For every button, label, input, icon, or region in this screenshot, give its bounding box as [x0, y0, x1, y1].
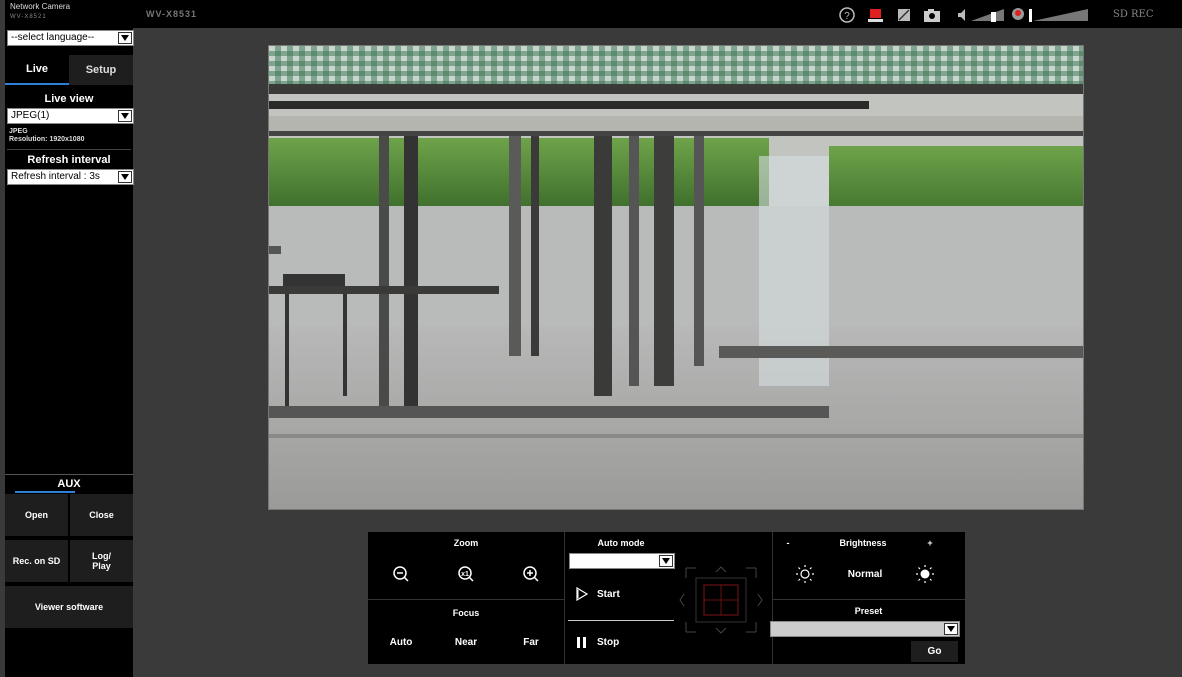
sidebar: Network Camera WV-X8521 --select languag…: [5, 0, 134, 677]
divider: [5, 474, 133, 475]
ptz-control-panel: Zoom x1 Focus Auto Near Far Auto mode St…: [368, 532, 965, 664]
chevron-down-icon: [118, 171, 132, 183]
live-view-title: Live view: [44, 93, 94, 105]
preset-title: Preset: [854, 606, 883, 616]
brightness-normal-button[interactable]: Normal: [835, 552, 895, 596]
status-icons: ?: [838, 6, 1098, 24]
refresh-interval-select[interactable]: Refresh interval : 3s: [7, 169, 134, 185]
auto-mode-start-button[interactable]: Start: [573, 580, 669, 608]
aux-title: AUX: [57, 478, 81, 490]
pause-icon: [577, 637, 586, 648]
refresh-interval-title: Refresh interval: [27, 154, 111, 166]
help-icon[interactable]: ?: [839, 7, 855, 23]
app-name: Network Camera: [10, 2, 71, 11]
auto-mode-select[interactable]: [569, 553, 675, 569]
rec-on-sd-button[interactable]: Rec. on SD: [5, 540, 68, 582]
mode-tabs: Live Setup: [5, 55, 133, 85]
preset-select[interactable]: [770, 621, 960, 637]
focus-auto-button[interactable]: Auto: [371, 622, 431, 662]
tab-live[interactable]: Live: [5, 55, 69, 85]
snapshot-frame-icon[interactable]: [898, 9, 910, 21]
zoom-reset-button[interactable]: x1: [436, 552, 496, 596]
speaker-icon[interactable]: [958, 9, 965, 21]
divider: [568, 620, 674, 621]
focus-far-button[interactable]: Far: [501, 622, 561, 662]
sun-filled-icon: [916, 565, 934, 583]
aux-close-button[interactable]: Close: [70, 494, 133, 536]
zoom-title: Zoom: [453, 538, 479, 548]
language-select-value: --select language--: [11, 32, 95, 43]
aux-underline: [15, 491, 75, 493]
refresh-interval-value: Refresh interval : 3s: [11, 171, 100, 182]
mic-volume-slider-icon[interactable]: [1029, 9, 1088, 22]
camera-image: [269, 46, 1083, 509]
brightness-plus-label: +: [927, 538, 933, 548]
microphone-icon[interactable]: [1012, 8, 1024, 20]
focus-title: Focus: [452, 608, 480, 618]
auto-mode-stop-button[interactable]: Stop: [573, 628, 669, 656]
chevron-down-icon: [118, 110, 132, 122]
preset-go-button[interactable]: Go: [911, 641, 958, 662]
sd-alarm-icon[interactable]: [868, 9, 883, 22]
stream-select-value: JPEG(1): [11, 110, 50, 121]
zoom-1x-icon: x1: [458, 566, 474, 582]
focus-near-button[interactable]: Near: [436, 622, 496, 662]
brightness-title: Brightness: [839, 538, 887, 548]
stream-resolution: Resolution: 1920x1080: [9, 136, 85, 143]
zoom-out-button[interactable]: [371, 552, 431, 596]
tab-setup[interactable]: Setup: [69, 55, 133, 85]
camera-icon[interactable]: [924, 9, 940, 22]
zoom-out-icon: [393, 566, 409, 582]
ptz-direction-pad[interactable]: [678, 564, 764, 636]
divider: [772, 599, 965, 600]
divider: [564, 532, 565, 664]
brightness-down-button[interactable]: [778, 552, 832, 596]
divider: [368, 599, 564, 600]
stream-info: JPEG Resolution: 1920x1080: [9, 128, 84, 144]
model-name: WV-X8521: [10, 14, 47, 20]
brand-block: Network Camera WV-X8521: [10, 2, 70, 22]
brightness-minus-label: -: [786, 538, 790, 548]
svg-text:?: ?: [844, 11, 850, 22]
volume-slider-icon[interactable]: [971, 9, 1004, 22]
chevron-down-icon: [944, 623, 958, 635]
divider: [7, 149, 131, 150]
log-play-button[interactable]: Log/ Play: [70, 540, 133, 582]
divider: [772, 532, 773, 664]
zoom-in-icon: [523, 566, 539, 582]
chevron-down-icon: [118, 32, 132, 44]
viewer-software-button[interactable]: Viewer software: [5, 586, 133, 628]
language-select[interactable]: --select language--: [7, 30, 134, 46]
sun-outline-icon: [796, 565, 814, 583]
zoom-in-button[interactable]: [501, 552, 561, 596]
live-video-feed[interactable]: [268, 45, 1084, 510]
brightness-up-button[interactable]: [898, 552, 952, 596]
svg-text:x1: x1: [461, 571, 469, 578]
stop-label: Stop: [597, 636, 620, 648]
chevron-down-icon: [659, 555, 673, 567]
play-icon: [576, 587, 589, 601]
auto-mode-title: Auto mode: [597, 538, 645, 548]
stream-select[interactable]: JPEG(1): [7, 108, 134, 124]
aux-open-button[interactable]: Open: [5, 494, 68, 536]
camera-title: WV-X8531: [146, 9, 198, 19]
stream-format: JPEG: [9, 128, 28, 135]
start-label: Start: [597, 588, 620, 600]
sd-rec-status: SD REC: [1113, 9, 1154, 20]
